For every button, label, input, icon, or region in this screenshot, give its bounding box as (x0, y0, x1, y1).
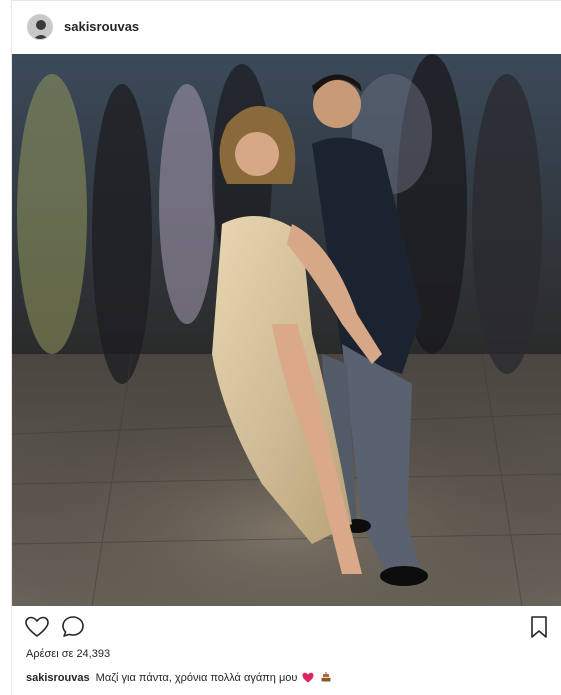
likes-count[interactable]: Αρέσει σε 24,393 (26, 648, 110, 660)
post-header: sakisrouvas (12, 1, 561, 53)
heart-outline-icon[interactable] (24, 614, 50, 640)
bookmark-icon[interactable] (526, 614, 552, 640)
action-bar (12, 606, 561, 646)
avatar[interactable] (27, 14, 53, 40)
cake-icon (320, 671, 332, 686)
caption-username[interactable]: sakisrouvas (26, 672, 90, 684)
instagram-post: sakisrouvas Αρέσει σε 24,393 sakisrouvas… (11, 0, 561, 695)
username[interactable]: sakisrouvas (64, 19, 139, 34)
post-photo[interactable] (12, 54, 561, 606)
caption: sakisrouvas Μαζί για πάντα, χρόνια πολλά… (26, 671, 332, 686)
caption-text: Μαζί για πάντα, χρόνια πολλά αγάπη μου (95, 672, 298, 684)
speech-bubble-icon[interactable] (60, 614, 86, 640)
red-heart-icon (302, 672, 314, 686)
